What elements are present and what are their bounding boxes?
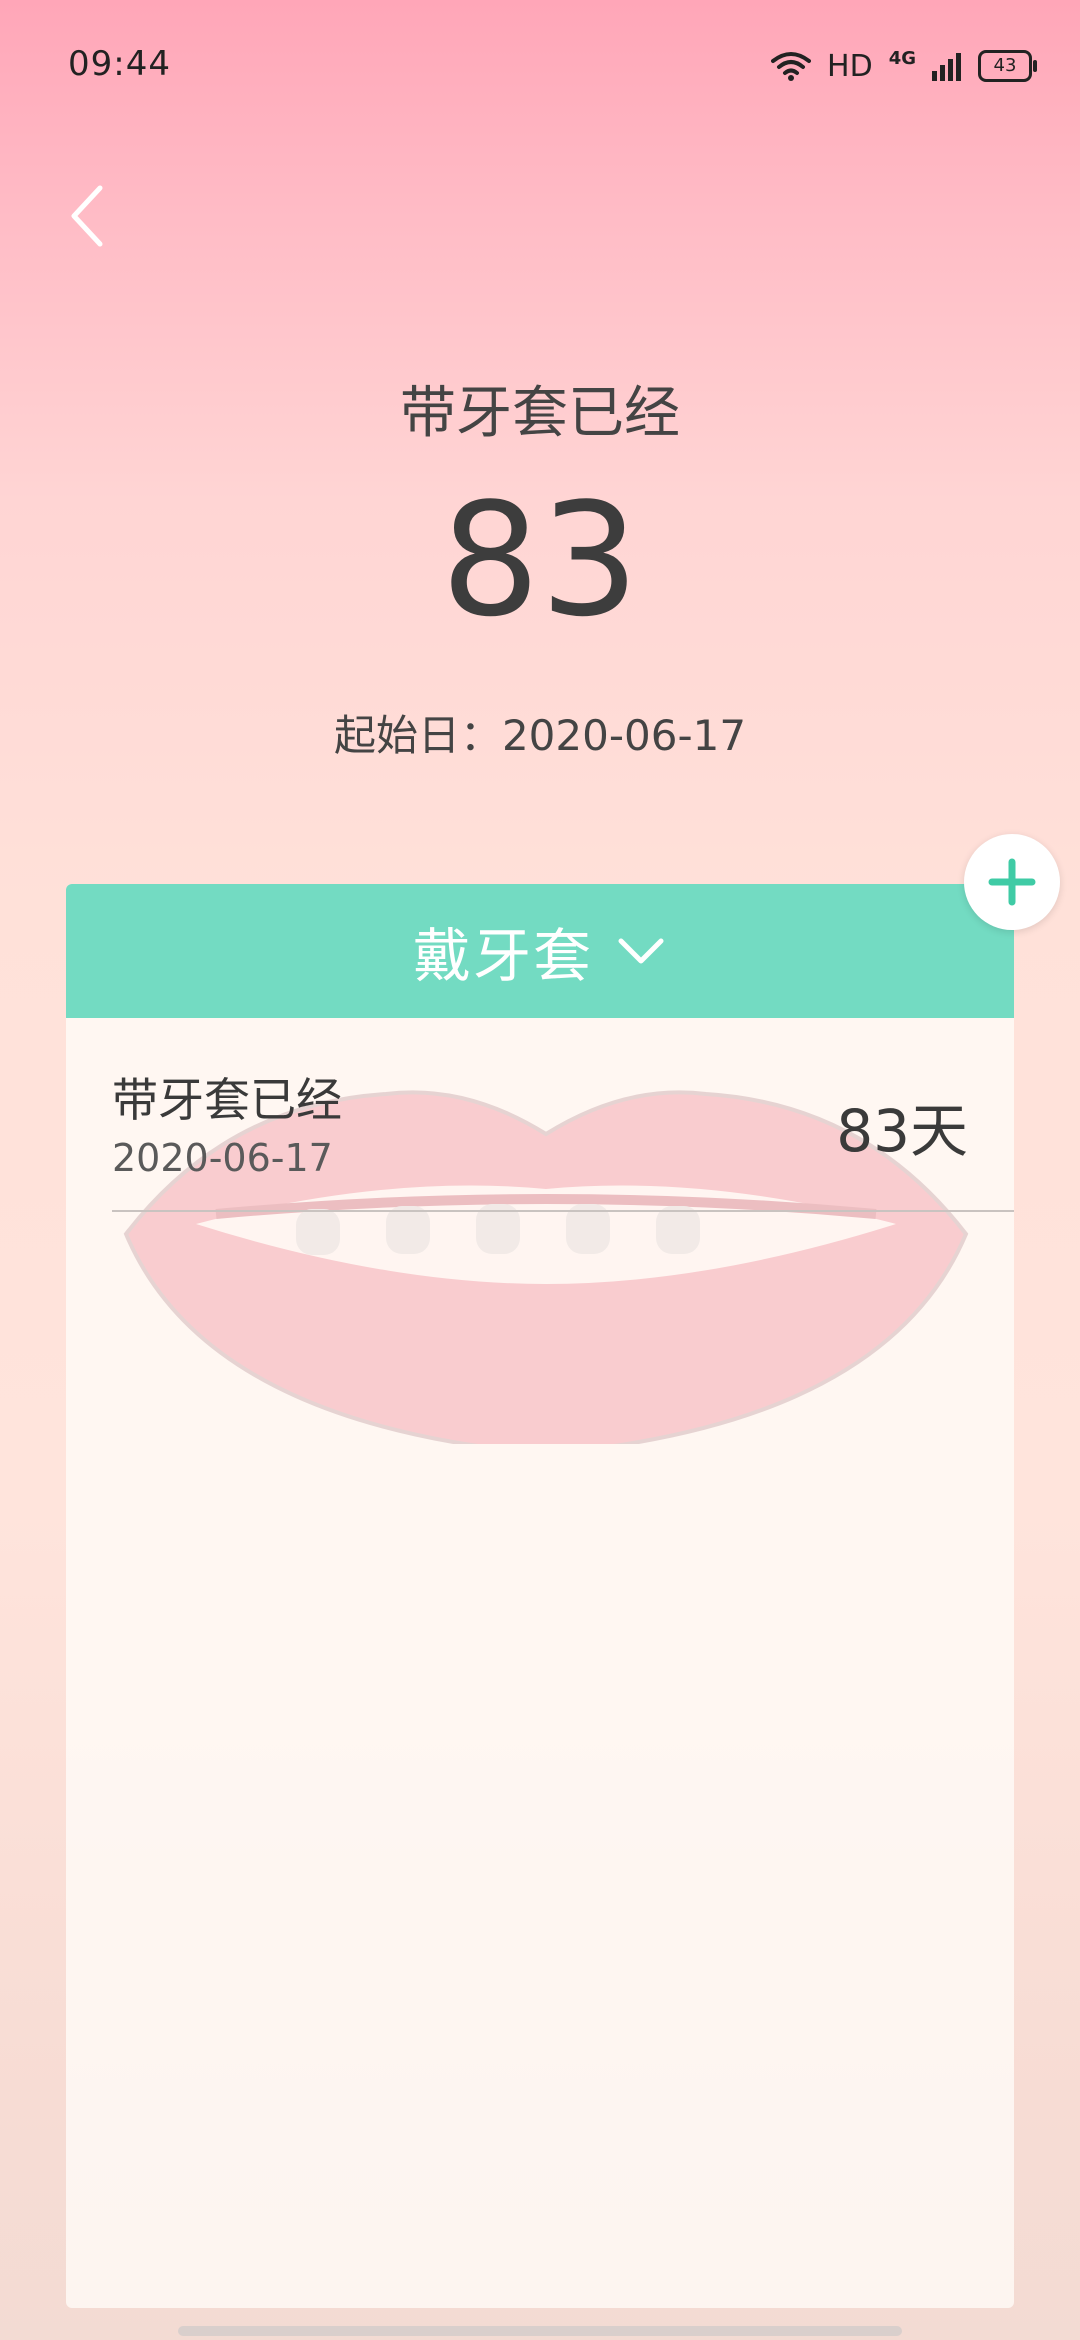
status-bar: 09:44 HD 4G 43 <box>0 0 1080 130</box>
home-indicator[interactable] <box>178 2326 902 2336</box>
chevron-left-icon <box>71 185 103 247</box>
battery-level: 43 <box>993 55 1017 76</box>
list-item-days: 83天 <box>836 1097 968 1165</box>
counter-title: 带牙套已经 <box>400 381 680 446</box>
list-item[interactable]: 带牙套已经 2020-06-17 83天 <box>112 1018 1014 1212</box>
category-title: 戴牙套 <box>412 922 593 990</box>
network-type-label: 4G <box>888 48 916 69</box>
status-icons: HD 4G 43 <box>771 44 1037 88</box>
list-item-title: 带牙套已经 <box>112 1073 342 1127</box>
network-hd-label: HD <box>827 48 873 84</box>
status-time: 09:44 <box>68 44 171 84</box>
back-button[interactable] <box>60 176 120 256</box>
chevron-down-icon <box>618 938 664 964</box>
wifi-icon <box>771 52 812 81</box>
plus-icon <box>988 858 1036 906</box>
category-dropdown[interactable]: 戴牙套 <box>66 884 1014 1018</box>
start-date: 起始日：2020-06-17 <box>333 711 747 760</box>
event-card: 戴牙套 带牙套已经 2020-06-17 83天 <box>66 884 1014 2308</box>
day-count: 83 <box>440 469 640 651</box>
battery-icon: 43 <box>978 50 1037 82</box>
list-item-date: 2020-06-17 <box>112 1136 333 1180</box>
signal-icon <box>932 53 961 81</box>
add-event-button[interactable] <box>964 834 1060 930</box>
